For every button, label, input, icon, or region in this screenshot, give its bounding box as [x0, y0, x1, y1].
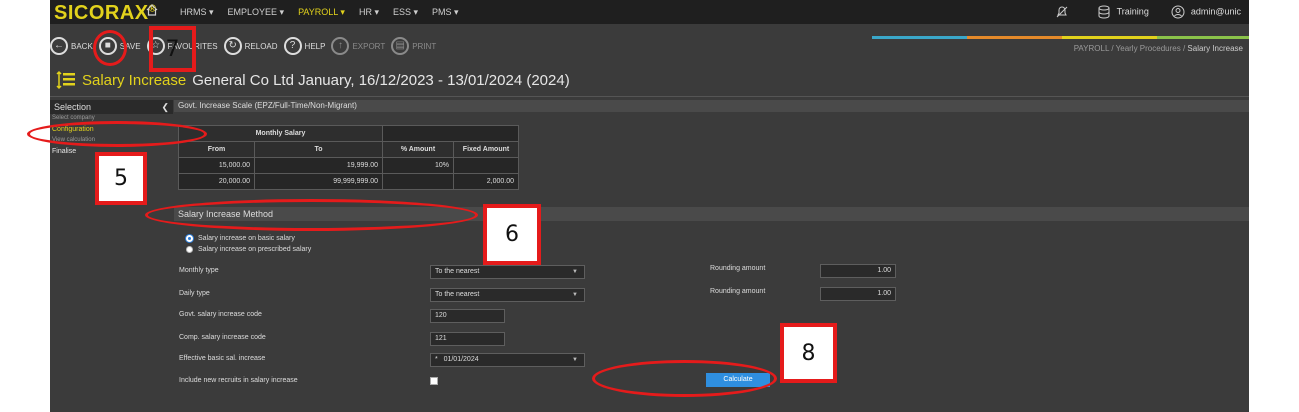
selection-sidebar: Selection ❮ Select company Configuration … — [50, 100, 173, 412]
monthly-type-select[interactable]: To the nearest ▼ — [430, 265, 585, 279]
cell-from: 15,000.00 — [178, 157, 255, 174]
cell-percent: 10% — [382, 157, 454, 174]
method-section-heading: Salary Increase Method — [174, 207, 1249, 221]
sidebar-item-view-calculation[interactable]: View calculation — [50, 136, 173, 145]
reload-icon: ↻ — [223, 37, 242, 55]
action-toolbar: ← BACK ■ SAVE ☆ FAVOURITES ↻ RELOAD ? HELP ↑ E… — [50, 32, 442, 60]
rounding-amount-label-2: Rounding amount — [710, 288, 766, 295]
print-button[interactable]: ▤ PRINT — [391, 37, 436, 55]
user-icon — [1171, 5, 1185, 19]
cell-fixed — [453, 157, 519, 174]
help-icon: ? — [283, 37, 302, 55]
breadcrumb-yearly[interactable]: Yearly Procedures / — [1116, 44, 1186, 53]
radio-prescribed-salary[interactable]: Salary increase on prescribed salary — [186, 246, 311, 253]
rounding-amount-input-1[interactable]: 1.00 — [820, 264, 896, 278]
home-icon[interactable] — [145, 3, 159, 17]
sort-list-icon — [56, 70, 75, 90]
page-title: Salary Increase — [82, 71, 187, 89]
database-icon — [1098, 5, 1110, 19]
save-icon: ■ — [98, 37, 117, 55]
group-header-empty — [382, 125, 519, 142]
table-row[interactable]: 15,000.00 19,999.00 10% — [178, 157, 519, 174]
save-button[interactable]: ■ SAVE — [98, 37, 141, 55]
page-title-bar: Salary Increase General Co Ltd January, … — [50, 66, 570, 94]
cell-to: 99,999,999.00 — [254, 173, 383, 190]
govt-code-input[interactable]: 120 — [430, 309, 505, 323]
color-bar-3 — [1062, 36, 1157, 39]
new-recruits-checkbox[interactable] — [430, 377, 438, 385]
comp-code-input[interactable]: 121 — [430, 332, 505, 346]
color-bar-1 — [872, 36, 967, 39]
radio-unselected-icon — [186, 246, 193, 253]
reload-button[interactable]: ↻ RELOAD — [223, 37, 278, 55]
radio-selected-icon — [186, 235, 193, 242]
monthly-type-label: Monthly type — [179, 267, 219, 274]
required-marker: * — [435, 356, 438, 363]
main-content: Govt. Increase Scale (EPZ/Full-Time/Non-… — [174, 100, 1249, 412]
group-header-monthly-salary: Monthly Salary — [178, 125, 383, 142]
main-menu: HRMS ▾ EMPLOYEE ▾ PAYROLL ▾ HR ▾ ESS ▾ P… — [180, 7, 459, 18]
scale-section-heading: Govt. Increase Scale (EPZ/Full-Time/Non-… — [174, 100, 1249, 112]
breadcrumb-payroll[interactable]: PAYROLL / — [1074, 44, 1114, 53]
cell-fixed: 2,000.00 — [453, 173, 519, 190]
color-bars — [872, 36, 1249, 39]
daily-type-select[interactable]: To the nearest ▼ — [430, 288, 585, 302]
daily-type-label: Daily type — [179, 290, 210, 297]
table-row[interactable]: 20,000.00 99,999,999.00 2,000.00 — [178, 173, 519, 190]
col-fixed-amount: Fixed Amount — [453, 141, 519, 158]
sidebar-item-configuration[interactable]: Configuration — [50, 123, 173, 136]
help-button[interactable]: ? HELP — [283, 37, 325, 55]
user-menu[interactable]: admin@unic — [1171, 5, 1241, 19]
menu-hrms[interactable]: HRMS ▾ — [180, 7, 214, 18]
menu-pms[interactable]: PMS ▾ — [432, 7, 459, 18]
menu-payroll[interactable]: PAYROLL ▾ — [298, 7, 345, 18]
divider — [50, 96, 1249, 97]
cell-from: 20,000.00 — [178, 173, 255, 190]
caret-down-icon: ▼ — [572, 292, 578, 298]
cell-percent — [382, 173, 454, 190]
comp-code-label: Comp. salary increase code — [179, 334, 266, 341]
sidebar-item-finalise[interactable]: Finalise — [50, 145, 173, 158]
radio-basic-salary[interactable]: Salary increase on basic salary — [186, 235, 295, 242]
menu-ess[interactable]: ESS ▾ — [393, 7, 418, 18]
col-percent-amount: % Amount — [382, 141, 454, 158]
rounding-amount-input-2[interactable]: 1.00 — [820, 287, 896, 301]
col-to: To — [254, 141, 383, 158]
color-bar-2 — [967, 36, 1062, 39]
increase-scale-table: Monthly Salary From To % Amount Fixed Am… — [178, 125, 519, 190]
caret-down-icon: ▼ — [572, 269, 578, 275]
print-icon: ▤ — [391, 37, 410, 55]
caret-down-icon: ▼ — [572, 357, 578, 363]
top-right-tools: Training admin@unic — [1055, 5, 1241, 19]
effective-increase-label: Effective basic sal. increase — [179, 355, 266, 362]
training-db[interactable]: Training — [1097, 5, 1149, 19]
new-recruits-label: Include new recruits in salary increase — [179, 377, 298, 384]
notification-off-icon[interactable] — [1055, 5, 1069, 19]
cell-to: 19,999.00 — [254, 157, 383, 174]
col-from: From — [178, 141, 255, 158]
app-window: SICORAX® HRMS ▾ EMPLOYEE ▾ PAYROLL ▾ HR … — [50, 0, 1249, 412]
export-button[interactable]: ↑ EXPORT — [331, 37, 385, 55]
breadcrumb-current: Salary Increase — [1187, 44, 1243, 53]
calculate-button[interactable]: Calculate — [706, 373, 770, 387]
sidebar-item-select-company[interactable]: Select company — [50, 114, 173, 123]
page-subtitle: General Co Ltd January, 16/12/2023 - 13/… — [192, 71, 570, 89]
effective-date-select[interactable]: * 01/01/2024 ▼ — [430, 353, 585, 367]
back-button[interactable]: ← BACK — [50, 37, 93, 55]
breadcrumb: PAYROLL / Yearly Procedures / Salary Inc… — [1074, 44, 1243, 53]
menu-employee[interactable]: EMPLOYEE ▾ — [228, 7, 285, 18]
export-icon: ↑ — [331, 37, 350, 55]
star-icon: ☆ — [146, 37, 165, 55]
color-bar-4 — [1157, 36, 1249, 39]
collapse-chevron-icon[interactable]: ❮ — [161, 102, 169, 112]
rounding-amount-label-1: Rounding amount — [710, 265, 766, 272]
menu-hr[interactable]: HR ▾ — [359, 7, 379, 18]
sidebar-heading: Selection ❮ — [50, 100, 173, 114]
back-arrow-icon: ← — [50, 37, 68, 55]
favourites-button[interactable]: ☆ FAVOURITES — [146, 37, 218, 55]
top-navbar: SICORAX® HRMS ▾ EMPLOYEE ▾ PAYROLL ▾ HR … — [50, 0, 1249, 24]
app-logo[interactable]: SICORAX® — [54, 2, 157, 25]
govt-code-label: Govt. salary increase code — [179, 311, 262, 318]
